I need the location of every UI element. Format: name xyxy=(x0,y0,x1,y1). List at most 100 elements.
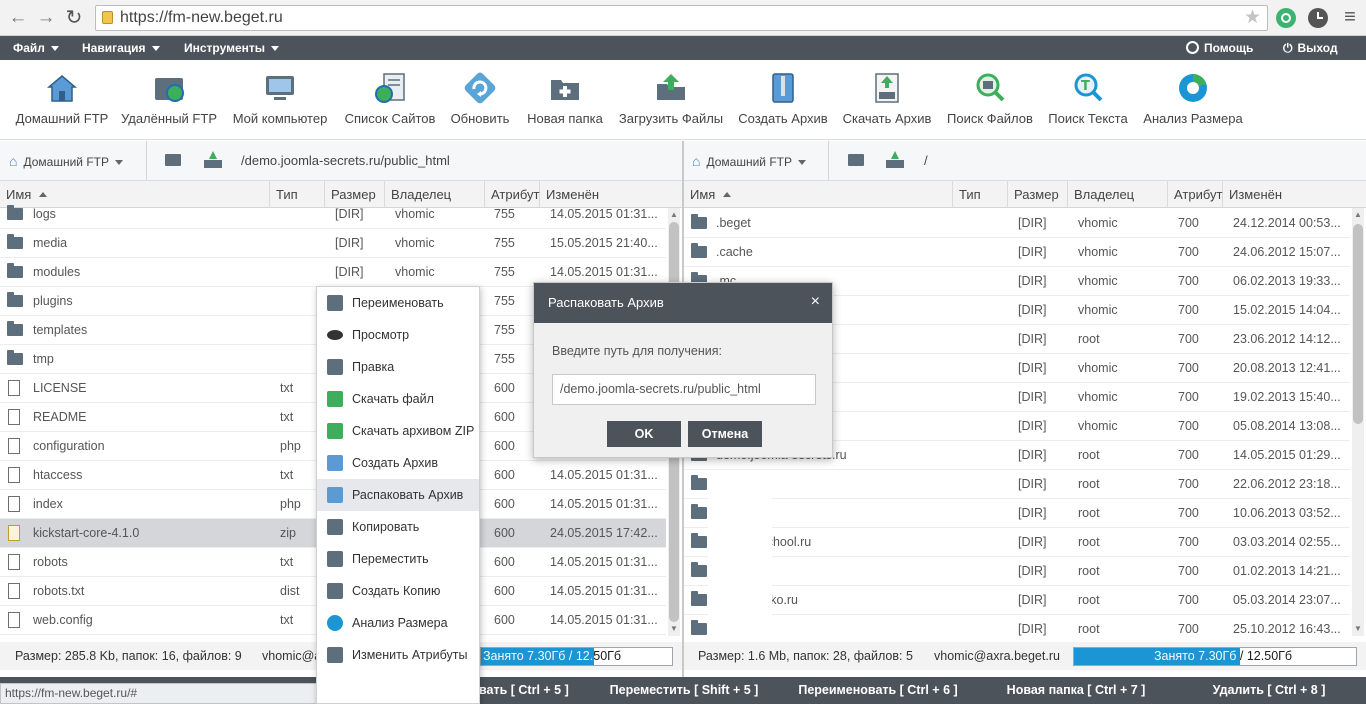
table-row[interactable]: rets.ru[DIR]root70025.10.2012 16:43... xyxy=(684,615,1350,637)
cell-owner: vhomic xyxy=(395,207,435,221)
context-menu-item[interactable]: Изменить Атрибуты xyxy=(317,639,479,671)
duplicate-icon xyxy=(327,583,343,599)
usage-text: Занято 7.30Гб / 12.50Гб xyxy=(483,648,672,665)
menu-file[interactable]: Файл xyxy=(13,36,59,60)
context-menu-item[interactable]: Переместить xyxy=(317,543,479,575)
scroll-down-icon[interactable]: ▼ xyxy=(1354,624,1362,633)
browser-menu-icon[interactable]: ≡ xyxy=(1340,7,1360,27)
table-row[interactable]: .beget [DIR] vhomic 700 24.12.2014 00:53... xyxy=(684,209,1350,238)
close-icon[interactable]: × xyxy=(811,283,820,321)
col-type[interactable]: Тип xyxy=(953,181,1008,208)
menu-tools[interactable]: Инструменты xyxy=(184,36,280,60)
cell-name: templates xyxy=(33,323,88,337)
drive-icon[interactable] xyxy=(165,154,181,166)
cell-name: web.config xyxy=(33,613,93,627)
cell-modified: 05.03.2014 23:07... xyxy=(1233,593,1341,607)
attributes-icon xyxy=(327,647,343,663)
col-modified[interactable]: Изменён xyxy=(1223,181,1366,208)
context-menu-item[interactable]: Анализ Размера xyxy=(317,607,479,639)
drive-icon[interactable] xyxy=(848,154,864,166)
scroll-down-icon[interactable]: ▼ xyxy=(670,624,678,633)
remote-ftp-icon xyxy=(155,78,184,102)
toolbar-sites-list[interactable]: Список Сайтов xyxy=(341,60,439,140)
toolbar-remote-ftp[interactable]: Удалённый FTP xyxy=(119,60,219,140)
toolbar-my-computer[interactable]: Мой компьютер xyxy=(227,60,333,140)
forward-icon[interactable]: → xyxy=(34,8,58,28)
toolbar-upload[interactable]: Загрузить Файлы xyxy=(616,60,726,140)
menu-help[interactable]: Помощь xyxy=(1186,36,1253,60)
create-archive-icon xyxy=(772,73,794,103)
context-menu-label: Переименовать xyxy=(352,296,444,310)
table-row[interactable]: ko.ru[DIR]root70022.06.2012 23:18... xyxy=(684,470,1350,499)
menu-navigation[interactable]: Навигация xyxy=(82,36,160,60)
ok-button[interactable]: OK xyxy=(607,421,681,447)
toolbar-refresh[interactable]: Обновить xyxy=(446,60,514,140)
scroll-up-icon[interactable]: ▲ xyxy=(670,210,678,219)
context-menu-item[interactable]: Скачать архивом ZIP xyxy=(317,415,479,447)
cancel-button[interactable]: Отмена xyxy=(688,421,762,447)
left-pane-location-bar: ⌂ Домашний FTP /demo.joomla-secrets.ru/pu… xyxy=(0,141,682,181)
cell-type: txt xyxy=(280,468,294,482)
right-scroll-thumb[interactable] xyxy=(1353,224,1363,424)
right-location-select[interactable]: ⌂ Домашний FTP xyxy=(692,153,806,169)
toolbar-search-text[interactable]: T Поиск Текста xyxy=(1044,60,1132,140)
context-menu-item[interactable]: Распаковать Архив xyxy=(317,479,479,511)
toolbar-home-ftp[interactable]: Домашний FTP xyxy=(12,60,112,140)
table-row[interactable]: logs [DIR] vhomic 755 14.05.2015 01:31... xyxy=(0,200,666,229)
menu-exit[interactable]: ⏻ Выход xyxy=(1283,36,1338,60)
col-attr[interactable]: Атрибут xyxy=(1168,181,1223,208)
file-icon xyxy=(8,612,20,628)
context-menu-item[interactable]: Переименовать xyxy=(317,287,479,319)
fkey-rename[interactable]: Переименовать [ Ctrl + 6 ] xyxy=(776,677,980,704)
right-pane-location-bar: ⌂ Домашний FTP / xyxy=(684,141,1366,181)
context-menu-item[interactable]: Создать Копию xyxy=(317,575,479,607)
cell-attr: 700 xyxy=(1178,506,1199,520)
left-location-select[interactable]: ⌂ Домашний FTP xyxy=(9,153,123,169)
toolbar-size-analysis[interactable]: Анализ Размера xyxy=(1140,60,1246,140)
context-menu-item[interactable]: Правка xyxy=(317,351,479,383)
home-icon: ⌂ xyxy=(9,153,18,169)
cell-name: .beget xyxy=(716,216,751,230)
menu-file-label: Файл xyxy=(13,41,45,55)
cell-attr: 755 xyxy=(494,207,515,221)
toolbar-download-archive[interactable]: Скачать Архив xyxy=(839,60,935,140)
context-menu-item[interactable]: Создать Архив xyxy=(317,447,479,479)
context-menu-item[interactable]: Копировать xyxy=(317,511,479,543)
toolbar-search-files[interactable]: Поиск Файлов xyxy=(943,60,1037,140)
cell-size: [DIR] xyxy=(335,265,364,279)
scroll-up-icon[interactable]: ▲ xyxy=(1354,210,1362,219)
toolbar-new-folder[interactable]: Новая папка xyxy=(522,60,608,140)
back-icon[interactable]: ← xyxy=(6,8,30,28)
reload-icon[interactable]: ↻ xyxy=(62,8,86,28)
table-row[interactable]: homichenko.ru[DIR]root70005.03.2014 23:0… xyxy=(684,586,1350,615)
fkey-new-folder[interactable]: Новая папка [ Ctrl + 7 ] xyxy=(980,677,1172,704)
address-bar[interactable]: https://fm-new.beget.ru ★ xyxy=(95,5,1268,31)
folder-icon xyxy=(7,205,23,220)
cell-owner: root xyxy=(1078,448,1100,462)
cell-attr: 700 xyxy=(1178,477,1199,491)
col-owner[interactable]: Владелец xyxy=(1068,181,1168,208)
extract-path-input[interactable]: /demo.joomla-secrets.ru/public_html xyxy=(552,374,816,405)
table-row[interactable]: .cache [DIR] vhomic 700 24.06.2012 15:07... xyxy=(684,238,1350,267)
context-menu-item[interactable]: Скачать файл xyxy=(317,383,479,415)
extension-icon[interactable] xyxy=(1276,8,1296,28)
bookmark-star-icon[interactable]: ★ xyxy=(1244,6,1261,29)
toolbar-label: Загрузить Файлы xyxy=(618,111,724,126)
clock-icon[interactable] xyxy=(1308,8,1328,28)
context-menu-item[interactable]: Просмотр xyxy=(317,319,479,351)
col-name[interactable]: Имя xyxy=(684,181,953,208)
upload-icon xyxy=(657,74,685,100)
parent-folder-icon[interactable] xyxy=(204,151,222,168)
right-scrollbar[interactable]: ▲ ▼ xyxy=(1352,208,1364,636)
col-size[interactable]: Размер xyxy=(1008,181,1068,208)
cell-size: [DIR] xyxy=(1018,332,1047,346)
fkey-move[interactable]: Переместить [ Shift + 5 ] xyxy=(592,677,776,704)
table-row[interactable]: arketingschool.ru[DIR]root70003.03.2014 … xyxy=(684,528,1350,557)
cell-size: [DIR] xyxy=(1018,477,1047,491)
table-row[interactable]: crets.ru[DIR]root70001.02.2013 14:21... xyxy=(684,557,1350,586)
toolbar-create-archive[interactable]: Создать Архив xyxy=(734,60,832,140)
table-row[interactable]: media [DIR] vhomic 755 15.05.2015 21:40... xyxy=(0,229,666,258)
parent-folder-icon[interactable] xyxy=(886,151,904,168)
table-row[interactable]: biz[DIR]root70010.06.2013 03:52... xyxy=(684,499,1350,528)
fkey-delete[interactable]: Удалить [ Ctrl + 8 ] xyxy=(1172,677,1366,704)
